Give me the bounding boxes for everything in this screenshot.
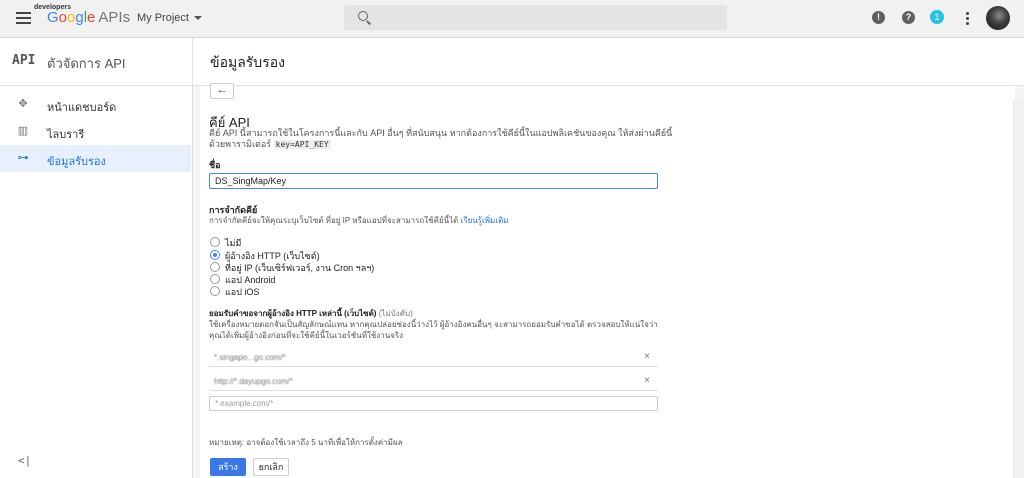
sidebar-title: ตัวจัดการ API <box>47 56 126 71</box>
sidebar-item-label: หน้าแดชบอร์ด <box>47 102 117 114</box>
sidebar-header: API ตัวจัดการ API <box>0 38 192 86</box>
note-text: หมายเหตุ: อาจต้องใช้เวลาถึง 5 นาทีเพื่อใ… <box>209 438 403 447</box>
close-icon[interactable]: × <box>644 376 650 386</box>
description-line-1: คีย์ API นี้สามารถใช้ในโครงการนี้และกับ … <box>209 128 673 138</box>
key-icon: ⊶ <box>17 152 29 164</box>
referrer-description: ใช้เครื่องหมายดอกจันเป็นสัญลักษณ์แทน หาก… <box>209 320 658 340</box>
param-code: key=API_KEY <box>273 140 331 149</box>
sidebar-item-dashboard[interactable]: ✥ หน้าแดชบอร์ด <box>0 91 191 118</box>
radio-button[interactable] <box>210 286 220 296</box>
top-app-bar: developers Google APIs My Project ! ? 1 <box>0 0 1024 38</box>
name-label: ชื่อ <box>209 160 221 170</box>
radio-label: แอป iOS <box>225 287 260 297</box>
project-name: My Project <box>137 12 189 24</box>
radio-button[interactable] <box>210 274 220 284</box>
radio-button[interactable] <box>210 262 220 272</box>
close-icon[interactable]: × <box>644 352 650 362</box>
cancel-button[interactable]: ยกเลิก <box>253 458 289 476</box>
collapse-sidebar-icon[interactable]: <| <box>18 454 31 467</box>
referrer-input[interactable]: *.example.com/* <box>209 396 658 411</box>
menu-icon[interactable] <box>16 12 31 24</box>
help-icon[interactable]: ? <box>902 11 915 24</box>
library-icon: ▥ <box>17 125 29 137</box>
description-line-2: ด้วยพารามิเตอร์ key=API_KEY <box>209 139 331 149</box>
feedback-icon[interactable]: ! <box>872 11 885 24</box>
optional-label: (ไม่บังคับ) <box>378 309 413 318</box>
dashboard-icon: ✥ <box>18 98 28 110</box>
api-icon: API <box>12 53 36 68</box>
name-field[interactable]: DS_SingMap/Key <box>209 173 658 189</box>
learn-more-link[interactable]: เรียนรู้เพิ่มเติม <box>461 216 509 225</box>
search-input[interactable] <box>344 5 727 30</box>
sidebar: API ตัวจัดการ API ✥ หน้าแดชบอร์ด ▥ ไลบรา… <box>0 38 193 478</box>
page-title: ข้อมูลรับรอง <box>210 54 285 70</box>
create-button[interactable]: สร้าง <box>210 458 246 476</box>
radio-label: ไม่มี <box>225 238 242 248</box>
radio-button[interactable] <box>210 250 220 260</box>
referrer-entry[interactable]: http://*.dayupgo.com/* × <box>209 374 658 391</box>
avatar[interactable] <box>986 6 1010 30</box>
chevron-down-icon <box>193 16 202 21</box>
sidebar-item-label: ข้อมูลรับรอง <box>47 156 106 168</box>
google-apis-logo[interactable]: Google APIs <box>47 10 130 26</box>
more-vert-icon[interactable] <box>966 12 969 27</box>
notification-badge[interactable]: 1 <box>930 10 944 24</box>
sidebar-item-credentials[interactable]: ⊶ ข้อมูลรับรอง <box>0 145 191 172</box>
sidebar-item-library[interactable]: ▥ ไลบรารี <box>0 118 191 145</box>
sidebar-item-label: ไลบรารี <box>47 129 85 141</box>
referrer-value: *.singapo...go.com/* <box>214 353 286 362</box>
referrer-entry[interactable]: *.singapo...go.com/* × <box>209 350 658 367</box>
page-header: ข้อมูลรับรอง <box>193 38 1024 86</box>
search-icon <box>358 11 368 21</box>
radio-button[interactable] <box>210 237 220 247</box>
scrollbar[interactable] <box>1013 100 1024 478</box>
back-button[interactable]: ← <box>210 83 234 99</box>
api-key-description: คีย์ API นี้สามารถใช้ในโครงการนี้และกับ … <box>209 128 679 150</box>
referrer-value: http://*.dayupgo.com/* <box>214 377 293 386</box>
project-selector[interactable]: My Project <box>137 12 202 24</box>
restriction-description: การจำกัดคีย์จะให้คุณระบุเว็บไซต์ ที่อยู่… <box>209 216 509 225</box>
